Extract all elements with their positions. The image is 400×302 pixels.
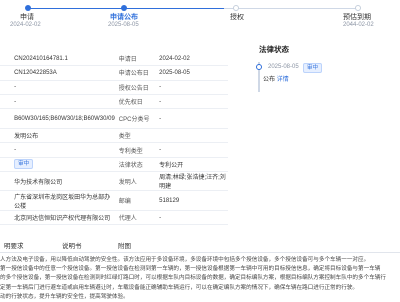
abstract-line: 第一授信设备中的任意一个授信设备。第一授信设备在检测到第一车辆的，第一授信设备根… [0, 266, 381, 273]
field-label: 代理人 [116, 210, 158, 226]
table-row: 华为技术有限公司 发明人 周清;林绿;张浩捷;汪齐;刘明建 [0, 171, 228, 192]
field-value: 2024-02-02 [157, 52, 228, 67]
table-row: - 优先权日 - [0, 94, 228, 110]
row-value[interactable]: 华为技术有限公司 [12, 171, 117, 192]
timeline-dot-apply [25, 5, 31, 11]
row-value: - [12, 94, 117, 110]
field-value[interactable]: 专利公开 [157, 157, 228, 173]
row-value[interactable]: 发明公布 [12, 128, 117, 144]
table-row: 广东省深圳市龙岗区坂田华为总部办公楼 邮编 518129 [0, 190, 228, 212]
field-label: 授权公告日 [116, 80, 158, 95]
legal-status-dot [256, 64, 262, 70]
timeline-date-publish: 2025-08-05 [108, 22, 139, 28]
row-label [0, 171, 13, 192]
timeline-date-expire: 2044-02-02 [343, 22, 374, 28]
timeline-date-apply: 2024-02-02 [10, 22, 41, 28]
legal-status-date: 2025-08-05 [268, 64, 299, 70]
bibliographic-table: CN202410164781.1 申请日 2024-02-02 CN120422853… [0, 52, 228, 226]
table-row: 审中 法律状态 专利公开 [0, 157, 228, 173]
row-value: B60W30/165;B60W30/18;B60W30/09 [12, 108, 117, 130]
row-label [0, 80, 13, 95]
tab-description[interactable]: 说明书 [62, 240, 82, 250]
table-row: 发明公布 类型 [0, 128, 228, 144]
field-label: 类型 [116, 128, 158, 144]
row-value: 审中 [12, 157, 117, 173]
document-tabs: 明要求 说明书 附图 [0, 238, 400, 253]
row-value: 广东省深圳市龙岗区坂田华为总部办公楼 [12, 190, 117, 212]
legal-status-detail-link[interactable]: 详情 [277, 77, 289, 83]
table-row: B60W30/165;B60W30/18;B60W30/09 CPC分类号 - [0, 108, 228, 130]
row-value: - [12, 80, 117, 95]
table-row: - 授权公告日 - [0, 80, 228, 95]
row-label [0, 190, 13, 212]
timeline-dot-publish [121, 5, 127, 11]
field-label: 申请日 [116, 52, 158, 67]
row-value: CN120422853A [12, 65, 117, 81]
timeline-label-publish: 申请公布 [110, 14, 138, 21]
row-label [0, 142, 13, 158]
field-value: - [157, 142, 228, 158]
table-row: CN120422853A 申请公布日 2025-08-05 [0, 65, 228, 81]
legal-status-event-text: 公布 [263, 77, 276, 83]
row-value[interactable]: 北京同达信恒知识产权代理有限公司 [12, 210, 117, 226]
row-value: - [12, 142, 117, 158]
abstract-line: 的多个授信设备，第一授信设备在检测到时红绿灯路口时，可以根据车队内目标设备的数据… [0, 275, 386, 282]
abstract-line: 定第一车辆后门进行避车道或启用车辆避让时，车载设备能正确辅助车辆运行，可以在确定… [0, 284, 359, 291]
field-value: 2025-08-05 [157, 65, 228, 81]
tab-drawings[interactable]: 附图 [118, 240, 131, 250]
row-label [0, 52, 13, 67]
abstract-text: 人方法及电子设备，用以降低自动驾驶的安全性。该方法应用于多设备环境，多设备环境中… [0, 256, 400, 302]
timeline-label-expire: 预估到期 [343, 14, 371, 21]
row-label [0, 65, 13, 81]
field-label: CPC分类号 [116, 108, 158, 130]
field-value: - [157, 210, 228, 226]
field-value [157, 128, 228, 144]
tab-claims[interactable]: 明要求 [4, 240, 24, 250]
row-label [0, 128, 13, 144]
legal-status-event: 公布 详情 [263, 74, 289, 83]
row-label [0, 108, 13, 130]
table-row: - 专利类型 - [0, 142, 228, 158]
timeline-line-pending [224, 8, 360, 9]
field-value: - [157, 94, 228, 110]
status-badge: 审中 [14, 159, 34, 170]
field-label: 发明人 [116, 171, 158, 192]
legal-status-tag: 审中 [303, 63, 323, 73]
timeline-label-apply: 申请 [20, 14, 34, 21]
field-label: 法律状态 [116, 157, 158, 173]
row-value: CN202410164781.1 [12, 52, 117, 67]
legal-status-title: 法律状态 [259, 45, 289, 54]
field-value: - [157, 80, 228, 95]
timeline-line-current [124, 8, 224, 9]
abstract-line: 动的行驶状态，提升车辆的安全性，提高驾驶体验。 [0, 293, 129, 300]
field-value: 周清;林绿;张浩捷;汪齐;刘明建 [157, 171, 228, 192]
timeline-dot-grant [233, 5, 239, 11]
field-label: 邮编 [116, 190, 158, 212]
timeline-line-done [28, 8, 124, 9]
table-row: CN202410164781.1 申请日 2024-02-02 [0, 52, 228, 67]
field-value: - [157, 108, 228, 130]
row-label [0, 94, 13, 110]
field-label: 申请公布日 [116, 65, 158, 81]
row-label [0, 157, 13, 173]
abstract-line: 人方法及电子设备，用以降低自动驾驶的安全性。该方法应用于多设备环境，多设备环境中… [0, 257, 370, 263]
field-value: 518129 [157, 190, 228, 212]
row-label [0, 210, 13, 226]
timeline-label-grant: 授权 [230, 14, 244, 21]
field-label: 优先权日 [116, 94, 158, 110]
timeline-dot-expire [355, 5, 361, 11]
field-label: 专利类型 [116, 142, 158, 158]
table-row: 北京同达信恒知识产权代理有限公司 代理人 - [0, 210, 228, 226]
